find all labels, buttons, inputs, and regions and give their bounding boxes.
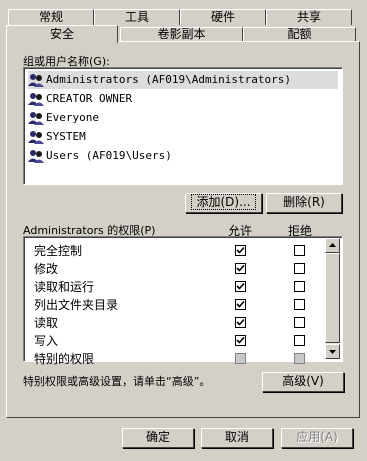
deny-checkbox[interactable] [294, 299, 305, 310]
arrow-down-icon [329, 350, 336, 354]
permission-name: 完全控制 [34, 244, 83, 258]
remove-button-label: 删除(R) [283, 195, 325, 209]
deny-checkbox[interactable] [294, 317, 305, 328]
list-item[interactable]: CREATOR OWNER [28, 90, 132, 108]
list-item-label: SYSTEM [46, 130, 86, 143]
ok-button-label: 确定 [145, 430, 170, 444]
list-item-label: Everyone [46, 111, 99, 124]
allow-checkbox[interactable] [235, 317, 246, 328]
users-icon [28, 92, 44, 106]
list-item[interactable]: SYSTEM [28, 128, 86, 146]
list-item[interactable]: Users (AF019\Users) [28, 147, 172, 165]
allow-checkbox[interactable] [235, 281, 246, 292]
advanced-button-label: 高级(V) [282, 374, 324, 388]
tab-general[interactable]: 常规 [8, 9, 94, 25]
cancel-button-label: 取消 [224, 430, 249, 444]
scroll-up-button[interactable] [325, 238, 340, 253]
groups-list[interactable]: Administrators (AF019\Administrators) CR… [23, 67, 343, 185]
tab-sharing[interactable]: 共享 [266, 9, 352, 25]
tab-quota[interactable]: 配额 [243, 27, 356, 41]
permission-name: 修改 [34, 262, 59, 276]
allow-checkbox[interactable] [235, 299, 246, 310]
deny-checkbox[interactable] [294, 335, 305, 346]
scroll-down-button[interactable] [325, 344, 340, 359]
remove-button[interactable]: 删除(R) [266, 193, 342, 213]
allow-checkbox[interactable] [235, 335, 246, 346]
cancel-button[interactable]: 取消 [201, 428, 273, 448]
arrow-up-icon [329, 243, 336, 247]
apply-button[interactable]: 应用(A) [281, 428, 353, 448]
list-item[interactable]: Administrators (AF019\Administrators) [28, 71, 338, 89]
tab-security[interactable]: 安全 [6, 25, 118, 43]
allow-checkbox[interactable] [235, 263, 246, 274]
add-button[interactable]: 添加(D)... [185, 193, 262, 213]
permission-name: 写入 [34, 334, 59, 348]
list-item-label: CREATOR OWNER [46, 92, 133, 105]
permissions-list[interactable]: 完全控制修改读取和运行列出文件夹目录 读取写入特别的权限 [23, 236, 343, 366]
allow-checkbox[interactable] [235, 353, 246, 364]
add-button-label: 添加(D)... [191, 194, 256, 210]
tab-tools[interactable]: 工具 [94, 9, 180, 25]
users-icon [28, 111, 44, 125]
list-item-label: Administrators (AF019\Administrators) [46, 73, 292, 86]
allow-checkbox[interactable] [235, 245, 246, 256]
apply-button-label: 应用(A) [296, 430, 338, 444]
list-item[interactable]: Everyone [28, 109, 99, 127]
deny-checkbox[interactable] [294, 281, 305, 292]
tab-shadow-copies[interactable]: 卷影副本 [120, 27, 243, 41]
ok-button[interactable]: 确定 [122, 428, 194, 448]
permission-name: 读取 [34, 316, 59, 330]
permission-name: 读取和运行 [34, 280, 95, 294]
deny-checkbox[interactable] [294, 263, 305, 274]
tab-hardware[interactable]: 硬件 [180, 9, 266, 25]
permission-name: 特别的权限 [34, 352, 95, 366]
users-icon [28, 73, 44, 87]
users-icon [28, 149, 44, 163]
deny-checkbox[interactable] [294, 245, 305, 256]
scroll-thumb[interactable] [325, 253, 340, 343]
users-icon [28, 130, 44, 144]
advanced-button[interactable]: 高级(V) [262, 372, 344, 392]
advanced-text: 特别权限或高级设置，请单击“高级”。 [23, 375, 211, 388]
list-item-label: Users (AF019\Users) [46, 149, 172, 162]
deny-checkbox[interactable] [294, 353, 305, 364]
permission-name: 列出文件夹目录 [34, 298, 119, 312]
permissions-scrollbar[interactable] [325, 238, 340, 359]
